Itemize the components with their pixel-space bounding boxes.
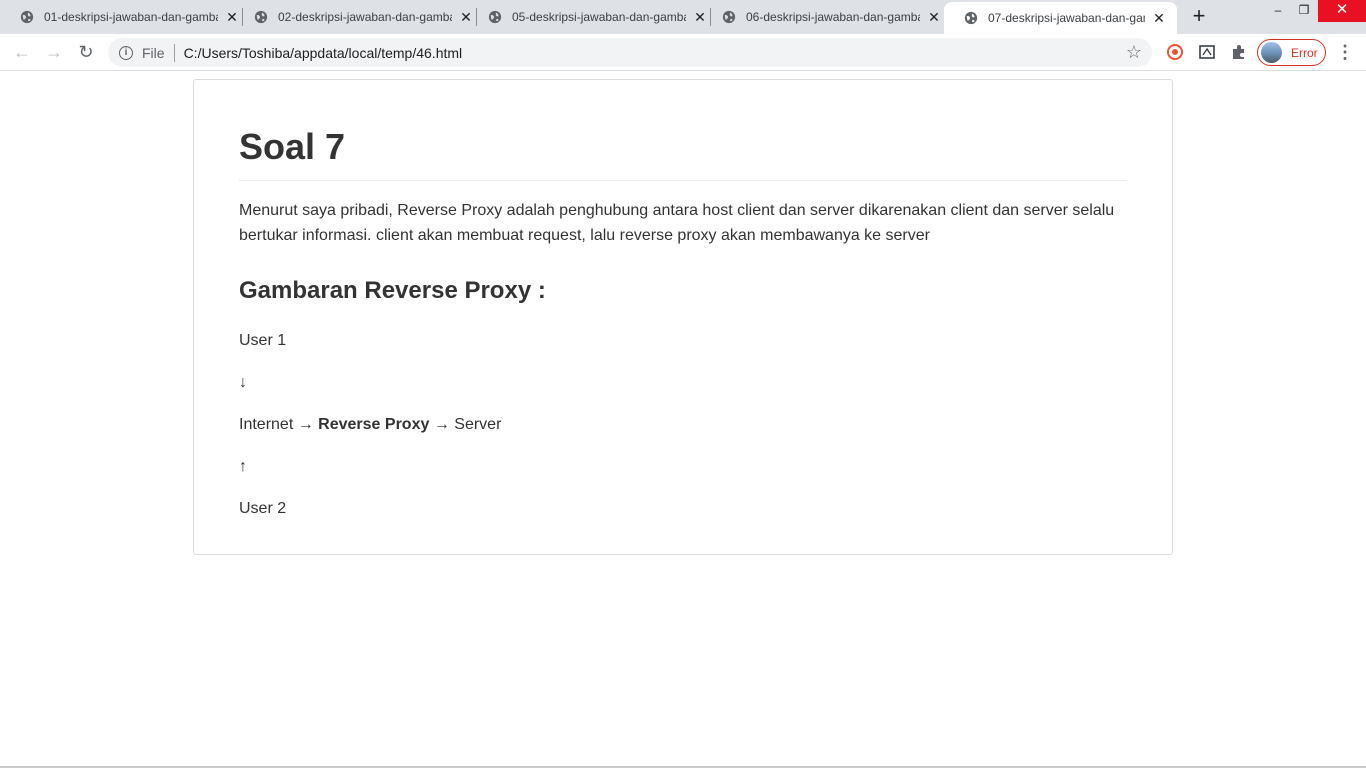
- bookmark-star-icon[interactable]: ☆: [1126, 42, 1142, 62]
- tab-3[interactable]: 05-deskripsi-jawaban-dan-gambar ✕: [468, 0, 718, 34]
- globe-icon: [20, 10, 34, 24]
- user2-label: User 2: [239, 500, 287, 517]
- reverse-proxy-diagram: User 1 ↓ Internet → Reverse Proxy → Serv…: [239, 331, 1127, 519]
- globe-icon: [964, 11, 978, 25]
- globe-icon: [488, 10, 502, 24]
- back-button[interactable]: ←: [10, 40, 34, 64]
- server-label: Server: [454, 416, 502, 433]
- description-paragraph: Menurut saya pribadi, Reverse Proxy adal…: [239, 202, 1115, 244]
- reverse-proxy-label: Reverse Proxy: [318, 416, 430, 433]
- tab-strip: 01-deskripsi-jawaban-dan-gambar ✕ 02-des…: [0, 0, 1366, 34]
- forward-button[interactable]: →: [42, 40, 66, 64]
- scheme-label: File: [142, 44, 165, 61]
- user1-label: User 1: [239, 332, 287, 349]
- new-tab-button[interactable]: +: [1188, 5, 1210, 28]
- browser-menu-icon[interactable]: ⋮: [1336, 42, 1354, 62]
- tab-4[interactable]: 06-deskripsi-jawaban-dan-gambar ✕: [702, 0, 952, 34]
- extension-record-icon[interactable]: [1165, 42, 1185, 62]
- browser-toolbar: ← → ↻ i File C:/Users/Toshiba/appdata/lo…: [0, 34, 1366, 71]
- profile-status: Error: [1291, 45, 1318, 60]
- avatar: [1261, 42, 1282, 63]
- tab-1[interactable]: 01-deskripsi-jawaban-dan-gambar ✕: [0, 0, 250, 34]
- arrow-right: →: [297, 416, 314, 433]
- flow-line: Internet → Reverse Proxy → Server: [239, 415, 1127, 435]
- extensions-puzzle-icon[interactable]: [1229, 42, 1249, 62]
- globe-icon: [254, 10, 268, 24]
- tab-title: 02-deskripsi-jawaban-dan-gambar: [278, 10, 452, 24]
- page-viewport: Soal 7 Menurut saya pribadi, Reverse Pro…: [0, 71, 1366, 768]
- url-text[interactable]: C:/Users/Toshiba/appdata/local/temp/46.h…: [184, 45, 463, 61]
- page-title: Soal 7: [239, 126, 1127, 181]
- internet-label: Internet: [239, 416, 294, 433]
- arrow-up: ↑: [239, 458, 247, 475]
- close-tab-icon[interactable]: ✕: [926, 9, 942, 25]
- arrow-down: ↓: [239, 374, 247, 391]
- extension-screenshot-icon[interactable]: [1197, 42, 1217, 62]
- window-close-button[interactable]: ✕: [1318, 0, 1366, 22]
- tab-2[interactable]: 02-deskripsi-jawaban-dan-gambar ✕: [234, 0, 484, 34]
- tab-title: 05-deskripsi-jawaban-dan-gambar: [512, 10, 686, 24]
- globe-icon: [722, 10, 736, 24]
- tab-title: 01-deskripsi-jawaban-dan-gambar: [44, 10, 218, 24]
- info-icon[interactable]: i: [119, 45, 133, 60]
- reload-button[interactable]: ↻: [74, 40, 98, 64]
- tab-title: 06-deskripsi-jawaban-dan-gambar: [746, 10, 920, 24]
- close-tab-icon[interactable]: ✕: [1151, 10, 1167, 26]
- address-bar[interactable]: i File C:/Users/Toshiba/appdata/local/te…: [108, 38, 1152, 67]
- arrow-right: →: [433, 416, 450, 433]
- tab-title: 07-deskripsi-jawaban-dan-gambar: [988, 11, 1145, 25]
- content-card: Soal 7 Menurut saya pribadi, Reverse Pro…: [193, 79, 1173, 555]
- profile-button[interactable]: Error: [1257, 39, 1326, 66]
- tab-5-active[interactable]: 07-deskripsi-jawaban-dan-gambar ✕: [944, 2, 1177, 34]
- section-heading: Gambaran Reverse Proxy :: [239, 277, 546, 304]
- omnibox-divider: [173, 43, 175, 62]
